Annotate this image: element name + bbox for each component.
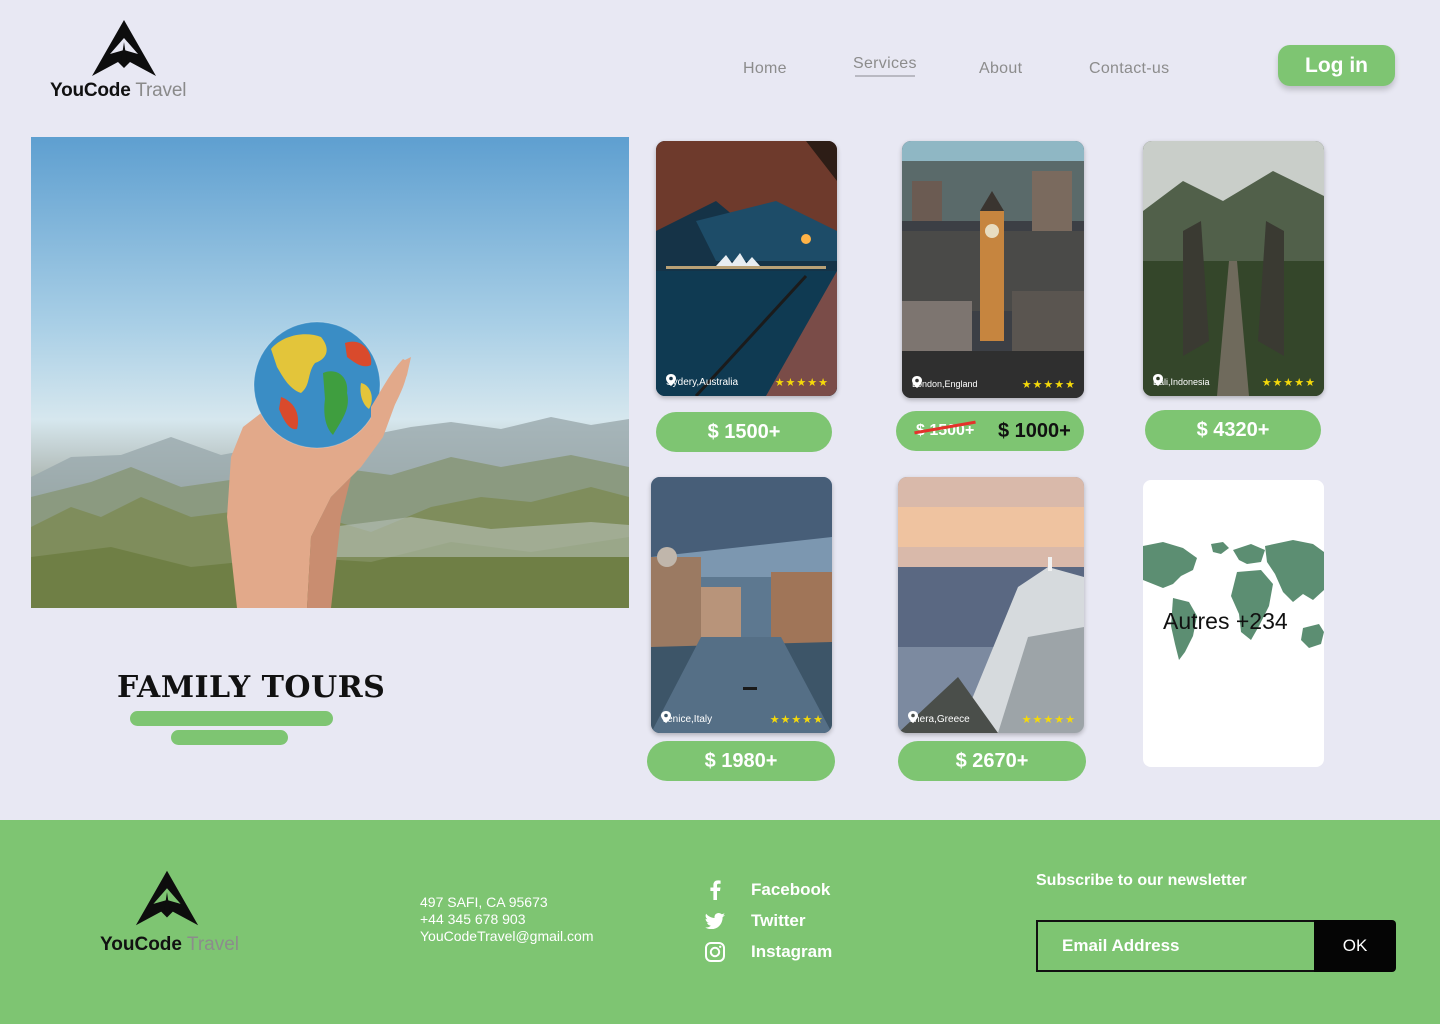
social-facebook[interactable]: Facebook bbox=[705, 874, 832, 905]
facebook-icon bbox=[705, 879, 725, 900]
star-rating: ★★★★★ bbox=[1261, 376, 1316, 389]
nav-contact[interactable]: Contact-us bbox=[1089, 60, 1169, 78]
star-rating: ★★★★★ bbox=[1021, 378, 1076, 391]
price-button-thera[interactable]: $ 2670+ bbox=[898, 741, 1086, 781]
location-pin-icon bbox=[908, 711, 918, 723]
price-button-bali[interactable]: $ 4320+ bbox=[1145, 410, 1321, 450]
phone-number: +44 345 678 903 bbox=[420, 911, 526, 927]
brand-name-part2: Travel bbox=[135, 80, 187, 101]
destination-card-london[interactable]: London,England ★★★★★ bbox=[902, 141, 1084, 398]
hero-image bbox=[31, 137, 629, 608]
star-rating: ★★★★★ bbox=[769, 713, 824, 726]
brand-name-part1: YouCode bbox=[50, 80, 131, 101]
site-logo[interactable]: YouCode Travel bbox=[48, 18, 193, 108]
brand-name: YouCode Travel bbox=[50, 80, 186, 102]
new-price: $ 1000+ bbox=[998, 420, 1071, 442]
brand-name-part1: YouCode bbox=[100, 934, 182, 955]
newsletter-title: Subscribe to our newsletter bbox=[1036, 872, 1247, 889]
card-location: Venice,Italy bbox=[661, 713, 713, 725]
site-footer: YouCode Travel 497 SAFI, CA 95673 +44 34… bbox=[0, 820, 1440, 1024]
destination-card-thera[interactable]: Thera,Greece ★★★★★ bbox=[898, 477, 1084, 733]
location-pin-icon bbox=[1153, 374, 1163, 386]
location-pin-icon bbox=[912, 376, 922, 388]
social-links: Facebook Twitter Instagram bbox=[705, 874, 832, 967]
title-underline-long bbox=[130, 711, 333, 726]
email-address: YouCodeTravel@gmail.com bbox=[420, 928, 594, 944]
instagram-icon bbox=[705, 941, 725, 962]
card-info: London,England ★★★★★ bbox=[912, 376, 1076, 392]
twitter-label: Twitter bbox=[751, 910, 806, 930]
card-location: Sydery,Australia bbox=[666, 376, 739, 388]
destination-card-sydney[interactable]: Sydery,Australia ★★★★★ bbox=[656, 141, 837, 396]
destination-card-venice[interactable]: Venice,Italy ★★★★★ bbox=[651, 477, 832, 733]
price-button-venice[interactable]: $ 1980+ bbox=[647, 741, 835, 781]
card-info: Thera,Greece ★★★★★ bbox=[908, 711, 1076, 727]
nav-home[interactable]: Home bbox=[743, 60, 787, 78]
destination-card-bali[interactable]: Bali,Indonesia ★★★★★ bbox=[1143, 141, 1324, 396]
card-location: Bali,Indonesia bbox=[1153, 377, 1210, 387]
location-pin-icon bbox=[661, 711, 671, 723]
star-rating: ★★★★★ bbox=[774, 376, 829, 389]
sydney-photo bbox=[656, 141, 837, 396]
card-info: Sydery,Australia ★★★★★ bbox=[666, 374, 829, 390]
contact-info: 497 SAFI, CA 95673 +44 345 678 903 YouCo… bbox=[420, 894, 593, 945]
nav-services[interactable]: Services bbox=[853, 55, 917, 77]
facebook-label: Facebook bbox=[751, 879, 831, 899]
card-location: Thera,Greece bbox=[908, 713, 970, 725]
social-instagram[interactable]: Instagram bbox=[705, 936, 832, 967]
newsletter-submit-button[interactable]: OK bbox=[1314, 920, 1396, 972]
newsletter-email-input[interactable] bbox=[1036, 920, 1316, 972]
card-info: Bali,Indonesia ★★★★★ bbox=[1153, 374, 1316, 390]
family-tours-title: FAMILY TOURS bbox=[117, 670, 386, 705]
footer-logo[interactable]: YouCode Travel bbox=[100, 868, 250, 968]
plane-logo-icon bbox=[92, 20, 156, 76]
venice-photo bbox=[651, 477, 832, 733]
twitter-icon bbox=[705, 911, 725, 931]
price-button-london[interactable]: $ 1500+ $ 1000+ bbox=[896, 411, 1084, 451]
brand-name: YouCode Travel bbox=[100, 934, 239, 956]
nav-about[interactable]: About bbox=[979, 60, 1022, 78]
social-twitter[interactable]: Twitter bbox=[705, 905, 832, 936]
title-underline-short bbox=[171, 730, 288, 745]
card-info: Venice,Italy ★★★★★ bbox=[661, 711, 824, 727]
brand-name-part2: Travel bbox=[186, 934, 240, 955]
bali-photo bbox=[1143, 141, 1324, 396]
other-destinations-card[interactable]: Autres +234 bbox=[1143, 480, 1324, 767]
price-button-sydney[interactable]: $ 1500+ bbox=[656, 412, 832, 452]
thera-photo bbox=[898, 477, 1084, 733]
card-location: London,England bbox=[912, 379, 978, 389]
star-rating: ★★★★★ bbox=[1021, 713, 1076, 726]
other-destinations-count: Autres +234 bbox=[1163, 608, 1288, 634]
login-button[interactable]: Log in bbox=[1278, 45, 1395, 86]
instagram-label: Instagram bbox=[751, 941, 833, 961]
plane-logo-icon bbox=[135, 870, 199, 926]
address-line: 497 SAFI, CA 95673 bbox=[420, 894, 548, 910]
location-pin-icon bbox=[666, 374, 676, 386]
london-photo bbox=[902, 141, 1084, 398]
